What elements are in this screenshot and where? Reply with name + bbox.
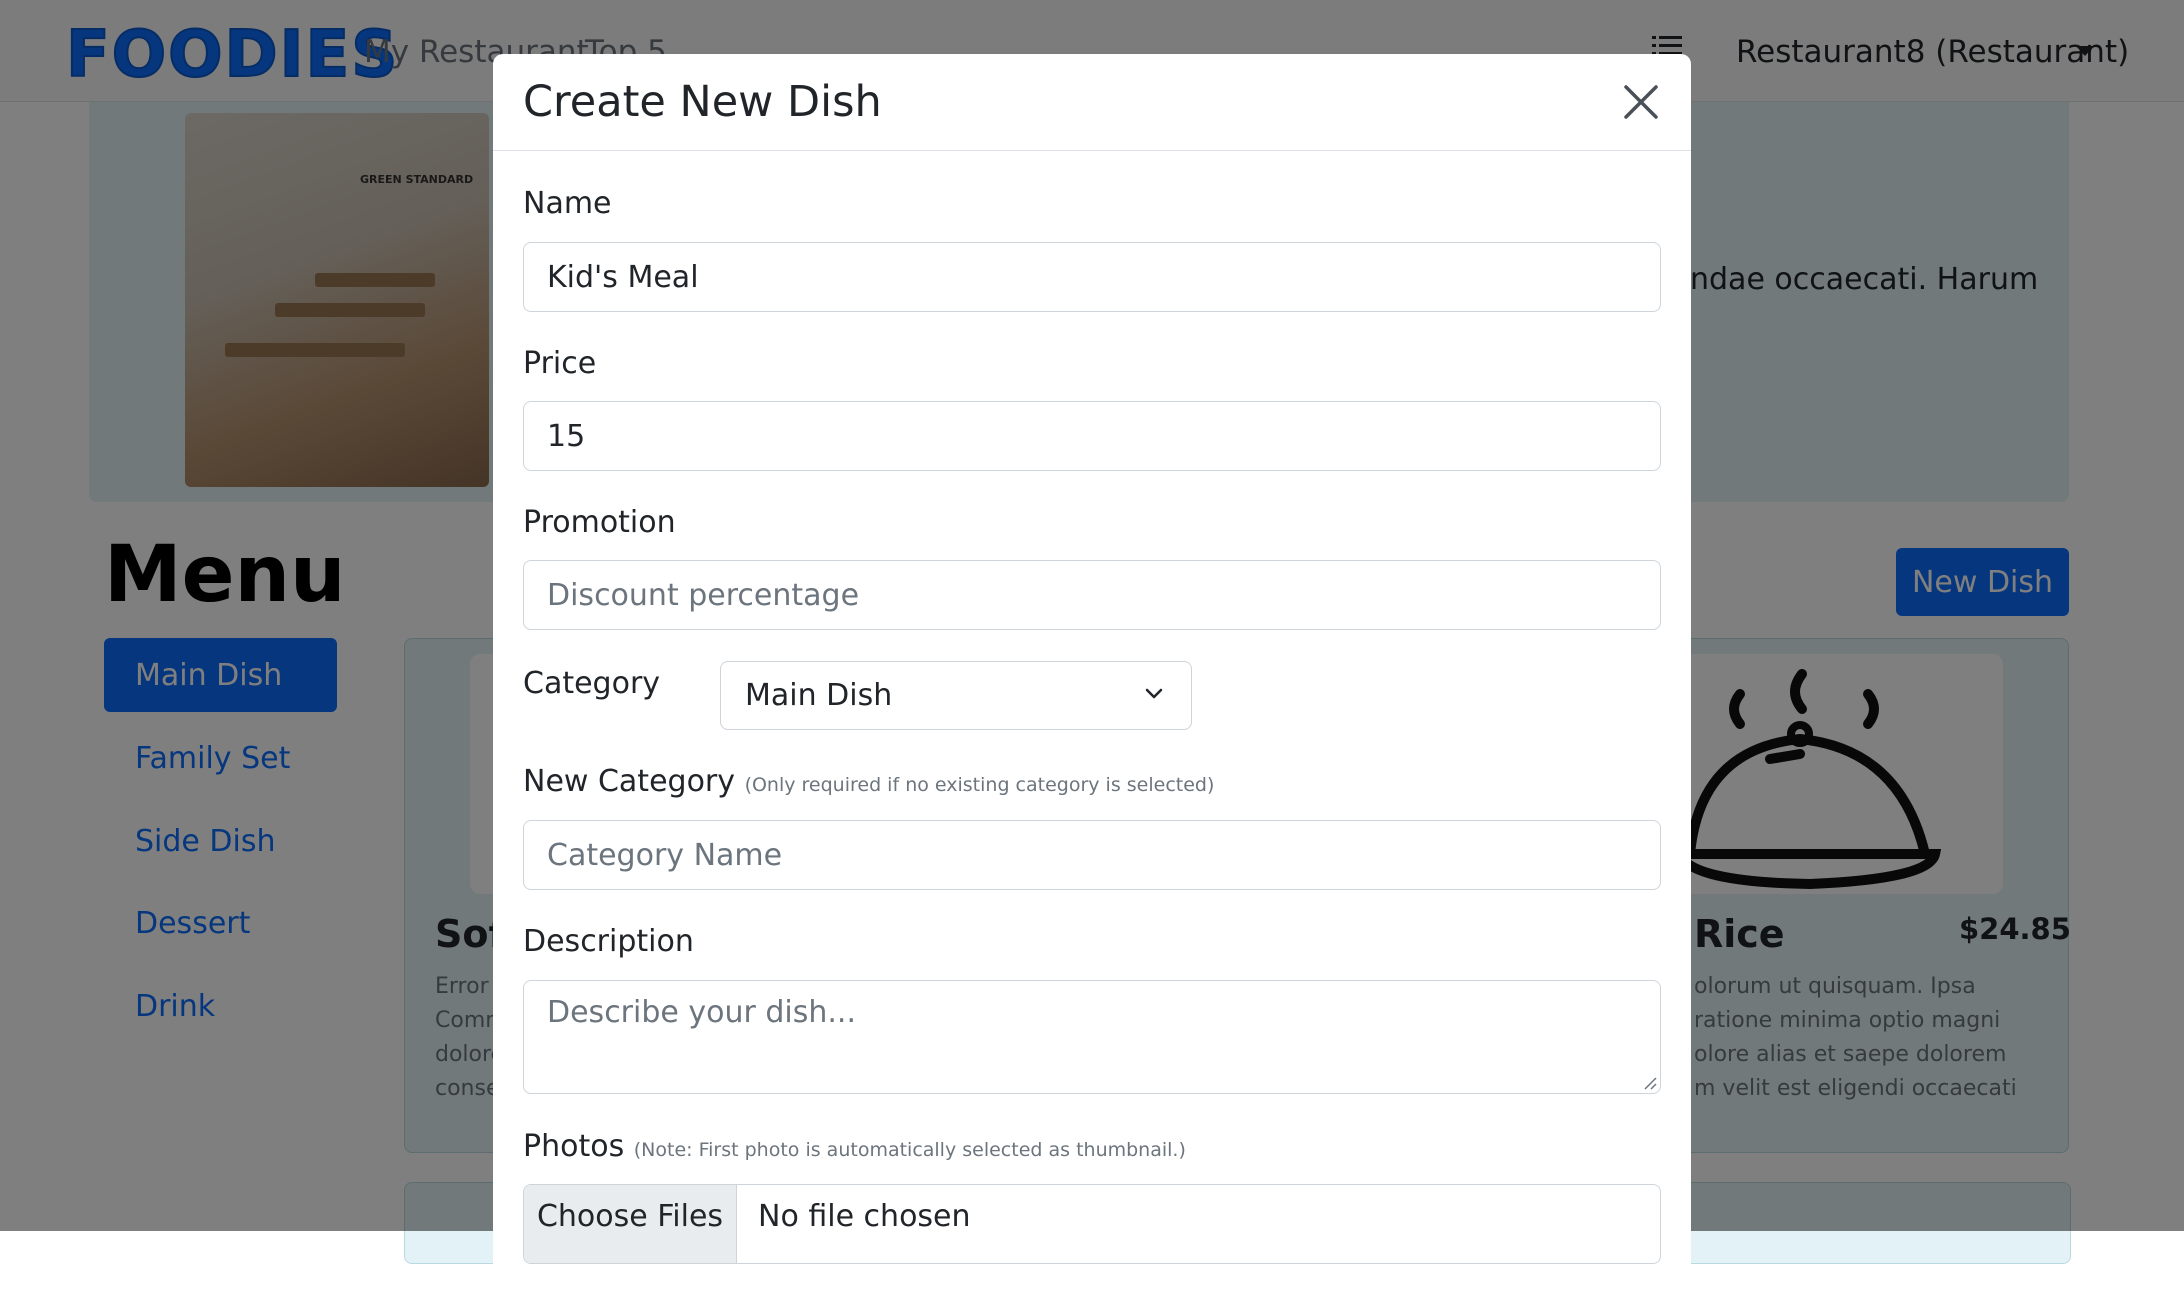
close-icon[interactable]	[1621, 82, 1661, 122]
choose-files-button[interactable]: Choose Files	[524, 1185, 737, 1263]
description-textarea[interactable]: Describe your dish...	[523, 980, 1661, 1094]
category-label: Category	[523, 666, 661, 701]
new-category-label: New Category	[523, 764, 736, 799]
promotion-input[interactable]: Discount percentage	[523, 560, 1661, 630]
photos-file-input[interactable]: Choose Files No file chosen	[523, 1184, 1661, 1264]
promotion-label: Promotion	[523, 505, 676, 540]
photos-label-group: Photos (Note: First photo is automatical…	[523, 1129, 1186, 1164]
photos-hint: (Note: First photo is automatically sele…	[633, 1139, 1186, 1161]
name-input[interactable]: Kid's Meal	[523, 242, 1661, 312]
name-label: Name	[523, 186, 612, 221]
create-dish-modal: Create New Dish Name Kid's Meal Price 15…	[493, 54, 1691, 1294]
price-input[interactable]: 15	[523, 401, 1661, 471]
file-status-text: No file chosen	[758, 1199, 971, 1234]
category-select[interactable]: Main Dish	[720, 661, 1192, 730]
new-category-label-group: New Category (Only required if no existi…	[523, 764, 1214, 799]
new-category-hint: (Only required if no existing category i…	[744, 774, 1215, 796]
chevron-down-icon	[1145, 688, 1163, 699]
modal-header: Create New Dish	[493, 54, 1691, 151]
new-category-input[interactable]: Category Name	[523, 820, 1661, 890]
resize-handle-icon[interactable]	[1643, 1076, 1657, 1090]
photos-label: Photos	[523, 1129, 625, 1164]
price-label: Price	[523, 346, 597, 381]
modal-title: Create New Dish	[523, 77, 882, 127]
description-label: Description	[523, 924, 694, 959]
